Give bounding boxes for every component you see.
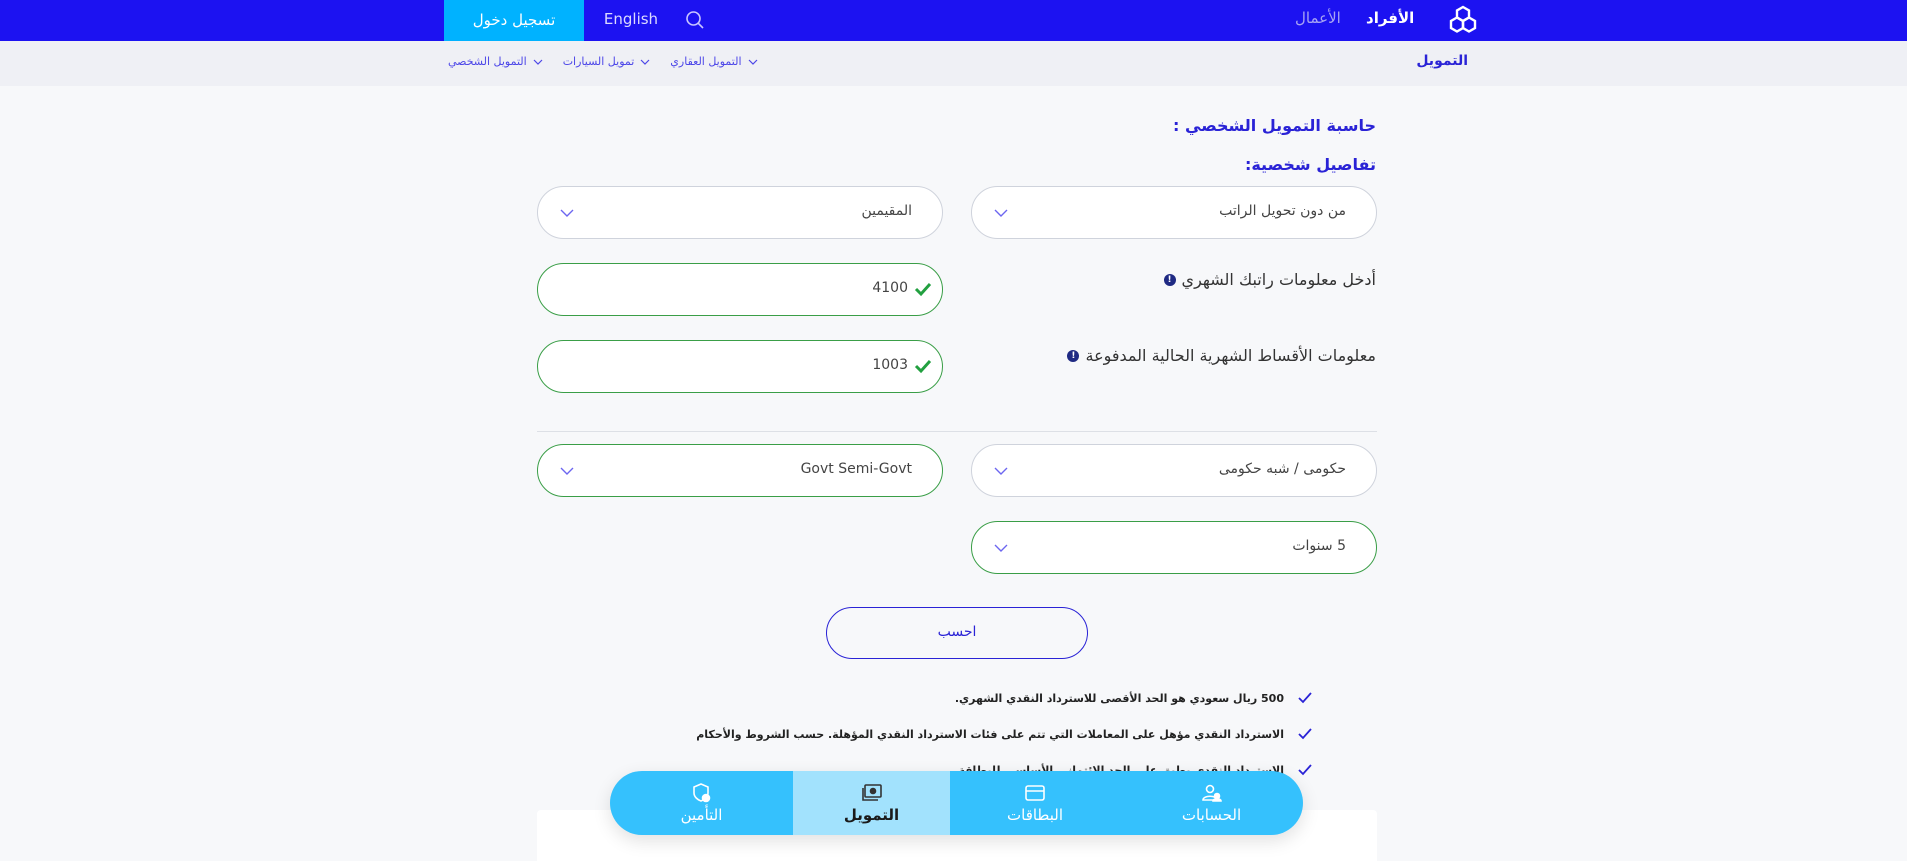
info-icon[interactable]: ! (1067, 349, 1080, 362)
insurance-icon (692, 782, 710, 802)
tab-label: الحسابات (1181, 805, 1242, 824)
chevron-down-icon (994, 209, 1008, 217)
info-icon[interactable]: ! (1163, 273, 1176, 286)
input-value: 4100 (872, 280, 908, 296)
search-icon[interactable] (683, 8, 707, 32)
subnav-item-label: تمويل السيارات (562, 55, 635, 68)
checkmark-icon (914, 359, 932, 374)
subnav-item-label: التمويل العقاري (670, 55, 742, 68)
section-divider (537, 431, 1377, 432)
salary-label-text: أدخل معلومات راتبك الشهري (1181, 270, 1376, 289)
tab-label: التأمين (680, 805, 723, 824)
employer-select[interactable]: Govt Semi-Govt (537, 444, 943, 497)
sub-navigation: التمويل التمويل العقاري تمويل السيارات ا… (0, 41, 1907, 86)
input-value: 1003 (872, 357, 908, 373)
chevron-down-icon (748, 59, 757, 65)
chevron-down-icon (994, 544, 1008, 552)
chevron-down-icon (994, 467, 1008, 475)
login-button[interactable]: تسجيل دخول (444, 0, 584, 41)
cards-icon (1025, 784, 1045, 801)
list-item: 500 ريال سعودي هو الحد الأقصى للاسترداد … (696, 680, 1312, 716)
calculator-title: حاسبة التمويل الشخصي : (1173, 116, 1376, 135)
select-value: من دون تحويل الراتب (1219, 203, 1346, 219)
top-navigation-bar: الأفراد الأعمال English تسجيل دخول (0, 0, 1907, 41)
residency-select[interactable]: المقيمين (537, 186, 943, 239)
checkmark-icon (1298, 692, 1312, 704)
salary-input[interactable]: 4100 (537, 263, 943, 316)
note-text: 500 ريال سعودي هو الحد الأقصى للاسترداد … (954, 691, 1284, 705)
nav-business[interactable]: الأعمال (1295, 9, 1341, 27)
language-toggle[interactable]: English (584, 0, 678, 41)
finance-icon (861, 783, 882, 801)
chevron-down-icon (640, 59, 650, 65)
list-item: الاسترداد النقدي مؤهل على المعاملات التي… (696, 716, 1312, 752)
chevron-down-icon (560, 467, 574, 475)
tenure-select[interactable]: 5 سنوات (971, 521, 1377, 574)
installments-label-text: معلومات الأقساط الشهرية الحالية المدفوعة (1085, 346, 1376, 365)
employer-type-select[interactable]: حكومى / شبه حكومى (971, 444, 1377, 497)
select-value: Govt Semi-Govt (800, 461, 912, 477)
checkmark-icon (1298, 764, 1312, 776)
subnav-item-label: التمويل الشخصي (448, 55, 527, 68)
installments-input[interactable]: 1003 (537, 340, 943, 393)
subnav-item-personal-finance[interactable]: التمويل الشخصي (448, 55, 543, 68)
tab-finance[interactable]: التمويل (793, 771, 950, 835)
installments-label: معلومات الأقساط الشهرية الحالية المدفوعة… (1067, 346, 1376, 365)
tab-cards[interactable]: البطاقات (950, 771, 1120, 835)
tab-insurance[interactable]: التأمين (610, 771, 793, 835)
subnav-menu: التمويل العقاري تمويل السيارات التمويل ا… (448, 55, 758, 68)
chevron-down-icon (533, 59, 543, 65)
checkmark-icon (914, 282, 932, 297)
subnav-item-mortgage[interactable]: التمويل العقاري (670, 55, 757, 68)
select-value: المقيمين (861, 203, 912, 219)
calculate-button[interactable]: احسب (826, 607, 1088, 659)
bank-logo-icon[interactable] (1446, 4, 1480, 38)
select-value: 5 سنوات (1292, 538, 1346, 554)
tab-label: البطاقات (1007, 805, 1064, 824)
tab-accounts[interactable]: الحسابات (1120, 771, 1303, 835)
chevron-down-icon (560, 209, 574, 217)
subnav-item-auto-finance[interactable]: تمويل السيارات (563, 55, 651, 68)
note-text: الاسترداد النقدي مؤهل على المعاملات التي… (696, 727, 1284, 741)
checkmark-icon (1298, 728, 1312, 740)
nav-individuals[interactable]: الأفراد (1366, 9, 1414, 27)
select-value: حكومى / شبه حكومى (1218, 461, 1346, 477)
salary-transfer-select[interactable]: من دون تحويل الراتب (971, 186, 1377, 239)
salary-label: أدخل معلومات راتبك الشهري ! (1163, 270, 1376, 289)
accounts-icon (1201, 784, 1222, 802)
subnav-title[interactable]: التمويل (1400, 53, 1468, 69)
bottom-tab-bar: الحسابات البطاقات التمويل التأمين (610, 771, 1303, 835)
personal-details-heading: تفاصيل شخصية: (1244, 155, 1376, 174)
tab-label: التمويل (843, 805, 900, 824)
